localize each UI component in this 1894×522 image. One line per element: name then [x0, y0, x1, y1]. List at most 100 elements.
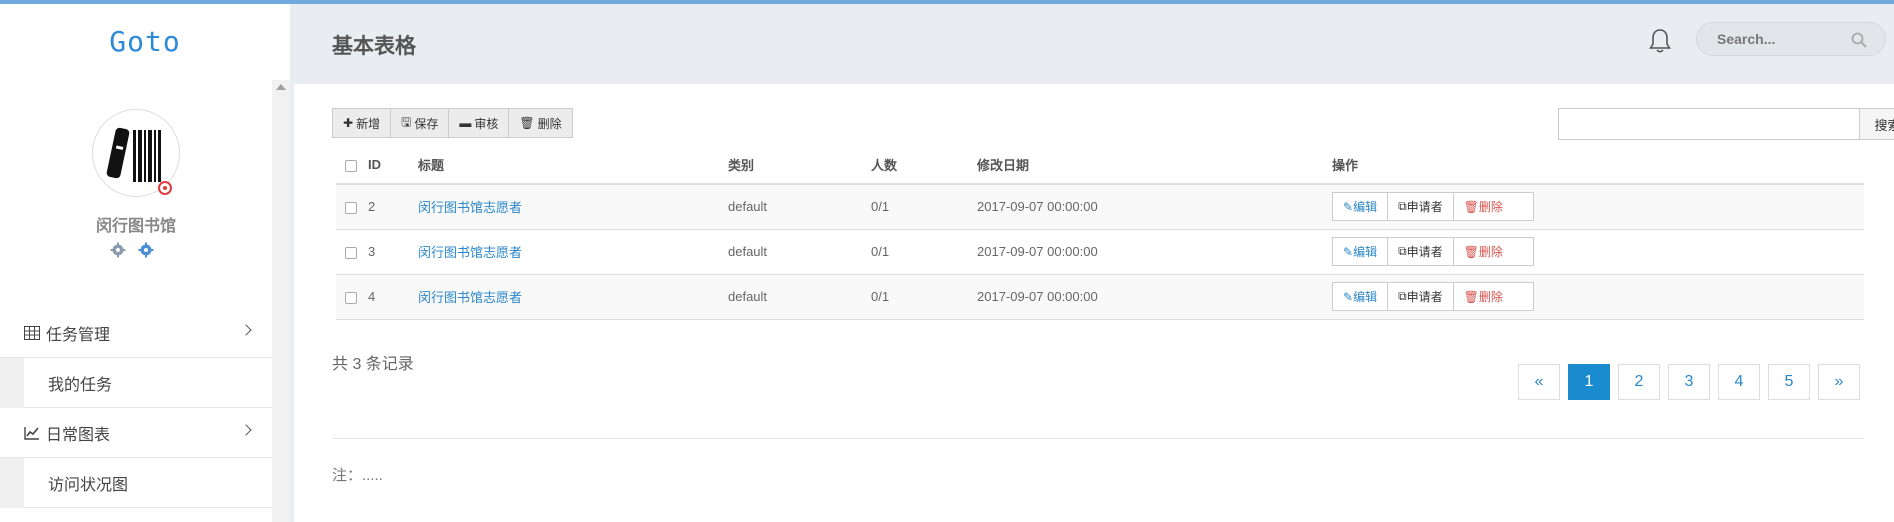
table-row: 3 闵行图书馆志愿者 default 0/1 2017-09-07 00:00:…	[336, 229, 1864, 275]
cell-title-link[interactable]: 闵行图书馆志愿者	[418, 245, 522, 260]
toolbar: ✚ 新增 🖫 保存 ▬ 审核 🗑 删除	[332, 108, 573, 138]
review-button[interactable]: ▬ 审核	[449, 109, 510, 137]
search-icon[interactable]	[1851, 32, 1867, 48]
row-delete-button[interactable]: 🗑 删除	[1454, 283, 1513, 310]
save-button[interactable]: 🖫 保存	[391, 109, 450, 137]
trash-icon: 🗑	[519, 116, 535, 130]
record-count: 共 3 条记录	[332, 356, 414, 373]
user-name: 闵行图书馆	[95, 218, 176, 235]
main-area: 基本表格 ✚ 新增 🖫 保存 ▬ 审核	[290, 4, 1894, 522]
cell-id: 3	[368, 229, 418, 275]
cell-category: default	[728, 184, 871, 230]
cell-id: 2	[368, 184, 418, 230]
sidebar-item-visit-status[interactable]: 访问状况图	[0, 458, 272, 508]
applicants-button[interactable]: ⧉ 申请者	[1388, 283, 1454, 310]
select-all-checkbox[interactable]	[345, 159, 357, 172]
user-avatar-wrap	[92, 109, 180, 197]
filter-input[interactable]	[1558, 108, 1860, 140]
column-header-category[interactable]: 类别	[728, 146, 871, 185]
sidebar-item-label: 日常图表	[46, 426, 111, 444]
column-header-count[interactable]: 人数	[871, 146, 977, 185]
delete-button-label: 删除	[537, 116, 562, 131]
add-button-label: 新增	[356, 116, 381, 131]
table-row: 4 闵行图书馆志愿者 default 0/1 2017-09-07 00:00:…	[336, 274, 1864, 320]
delete-label: 删除	[1478, 290, 1503, 304]
row-actions: ✎ 编辑 ⧉ 申请者 🗑 删除	[1332, 237, 1534, 266]
line-chart-icon	[24, 426, 39, 440]
online-status-icon	[158, 181, 172, 195]
row-actions: ✎ 编辑 ⧉ 申请者 🗑 删除	[1332, 282, 1534, 311]
delete-button[interactable]: 🗑 删除	[509, 109, 572, 137]
copy-icon: ⧉	[1398, 289, 1407, 303]
cell-category: default	[728, 274, 871, 320]
delete-label: 删除	[1478, 245, 1503, 259]
cell-id: 4	[368, 274, 418, 320]
save-icon: 🖫	[401, 114, 412, 129]
search-input[interactable]	[1697, 23, 1847, 55]
applicants-label: 申请者	[1406, 245, 1443, 259]
trash-icon: 🗑	[1463, 199, 1479, 214]
user-settings-group	[110, 242, 154, 258]
sidebar-menu: 任务管理 我的任务 日常图表 访问状况图	[0, 308, 272, 508]
pagination-page-1[interactable]: 1	[1568, 364, 1610, 400]
pagination-page-2[interactable]: 2	[1618, 364, 1660, 400]
page-header: 基本表格	[290, 4, 1894, 84]
pagination-prev[interactable]: «	[1518, 364, 1560, 400]
gear-icon[interactable]	[110, 242, 126, 258]
pagination-page-3[interactable]: 3	[1668, 364, 1710, 400]
bell-icon[interactable]	[1648, 28, 1672, 54]
cell-title-link[interactable]: 闵行图书馆志愿者	[418, 200, 522, 215]
applicants-label: 申请者	[1406, 200, 1443, 215]
cell-title-link[interactable]: 闵行图书馆志愿者	[418, 290, 522, 305]
pagination-page-5[interactable]: 5	[1768, 364, 1810, 400]
chevron-right-icon	[240, 424, 252, 436]
pagination-next[interactable]: »	[1818, 364, 1860, 400]
sidebar-item-my-tasks[interactable]: 我的任务	[0, 358, 272, 408]
applicants-button[interactable]: ⧉ 申请者	[1388, 238, 1454, 265]
edit-button[interactable]: ✎ 编辑	[1333, 283, 1389, 310]
trash-icon: 🗑	[1463, 244, 1479, 259]
delete-label: 删除	[1478, 200, 1503, 215]
sidebar-item-daily-charts[interactable]: 日常图表	[0, 408, 272, 458]
table-filter: 搜索	[1558, 108, 1894, 140]
cell-modified: 2017-09-07 00:00:00	[977, 274, 1332, 320]
cell-category: default	[728, 229, 871, 275]
sidebar-item-task-management[interactable]: 任务管理	[0, 308, 272, 358]
page-title: 基本表格	[332, 35, 416, 58]
settings-gear-icon[interactable]	[138, 242, 154, 258]
pagination-page-4[interactable]: 4	[1718, 364, 1760, 400]
add-button[interactable]: ✚ 新增	[333, 109, 392, 137]
header-search	[1696, 22, 1886, 56]
row-checkbox[interactable]	[345, 246, 357, 259]
cell-count: 0/1	[871, 229, 977, 275]
applicants-button[interactable]: ⧉ 申请者	[1388, 193, 1454, 221]
cell-count: 0/1	[871, 274, 977, 320]
scroll-up-arrow-icon[interactable]	[276, 84, 286, 90]
brand-logo[interactable]: Goto	[0, 4, 290, 80]
data-table: ID 标题 类别 人数 修改日期 操作 2 闵行图书馆志愿者 default 0…	[336, 146, 1864, 320]
footnote: 注：.....	[332, 467, 383, 484]
row-delete-button[interactable]: 🗑 删除	[1454, 193, 1513, 220]
filter-search-button[interactable]: 搜索	[1860, 108, 1894, 140]
row-delete-button[interactable]: 🗑 删除	[1454, 238, 1513, 265]
column-header-modified[interactable]: 修改日期	[977, 146, 1332, 185]
column-header-actions: 操作	[1332, 146, 1864, 185]
archive-icon: ▬	[459, 116, 472, 130]
content-panel: ✚ 新增 🖫 保存 ▬ 审核 🗑 删除 搜索 ID 标题 类别 人数 修改日期 …	[294, 84, 1894, 522]
row-checkbox[interactable]	[345, 291, 357, 304]
cell-modified: 2017-09-07 00:00:00	[977, 229, 1332, 275]
cell-modified: 2017-09-07 00:00:00	[977, 184, 1332, 230]
review-button-label: 审核	[474, 116, 499, 131]
sidebar-item-label: 访问状况图	[48, 476, 129, 494]
copy-icon: ⧉	[1398, 199, 1407, 214]
edit-button[interactable]: ✎ 编辑	[1333, 193, 1389, 221]
sidebar-item-label: 任务管理	[46, 326, 111, 344]
trash-icon: 🗑	[1463, 289, 1479, 304]
column-header-title[interactable]: 标题	[418, 146, 728, 185]
edit-button[interactable]: ✎ 编辑	[1333, 238, 1389, 265]
sidebar-scrollbar[interactable]	[272, 80, 290, 522]
row-checkbox[interactable]	[345, 201, 357, 214]
column-header-id[interactable]: ID	[368, 146, 418, 185]
copy-icon: ⧉	[1398, 244, 1407, 258]
edit-icon: ✎	[1343, 289, 1354, 304]
